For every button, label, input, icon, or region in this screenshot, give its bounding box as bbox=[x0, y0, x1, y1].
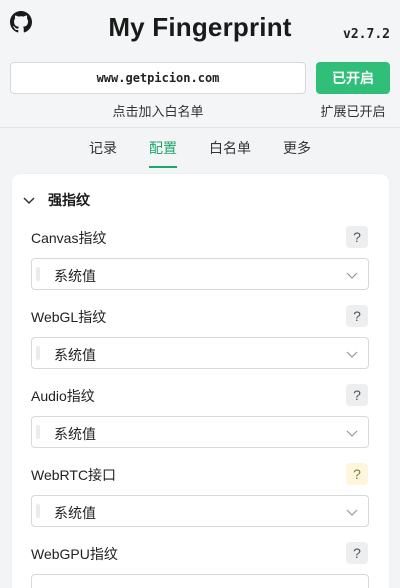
header: My Fingerprint v2.7.2 www.getpicion.com … bbox=[0, 0, 400, 128]
select-handle bbox=[36, 346, 40, 360]
select-webgpu[interactable] bbox=[31, 574, 369, 588]
field-label-webrtc: WebRTC接口 bbox=[31, 467, 117, 483]
select-value: 系统值 bbox=[54, 268, 96, 284]
field-label-webgpu: WebGPU指纹 bbox=[31, 546, 118, 562]
current-domain: www.getpicion.com bbox=[10, 62, 306, 94]
help-button-webgpu[interactable]: ? bbox=[346, 542, 368, 564]
tab-config[interactable]: 配置 bbox=[149, 138, 177, 168]
chevron-down-icon bbox=[346, 509, 358, 516]
select-canvas[interactable]: 系统值 bbox=[31, 258, 369, 290]
tab-whitelist[interactable]: 白名单 bbox=[209, 138, 251, 166]
add-to-whitelist-link[interactable]: 点击加入白名单 bbox=[10, 101, 306, 120]
select-audio[interactable]: 系统值 bbox=[31, 416, 369, 448]
chevron-down-icon bbox=[346, 272, 358, 279]
field-label-webgl: WebGL指纹 bbox=[31, 309, 107, 325]
select-value: 系统值 bbox=[54, 347, 96, 363]
select-handle bbox=[36, 267, 40, 281]
chevron-down-icon bbox=[346, 351, 358, 358]
field-label-canvas: Canvas指纹 bbox=[31, 230, 107, 246]
help-button-audio[interactable]: ? bbox=[346, 384, 368, 406]
select-handle bbox=[36, 425, 40, 439]
section-title: 强指纹 bbox=[48, 192, 90, 208]
select-webrtc[interactable]: 系统值 bbox=[31, 495, 369, 527]
app-title: My Fingerprint bbox=[108, 12, 292, 42]
chevron-down-icon bbox=[346, 430, 358, 437]
enable-toggle-button[interactable]: 已开启 bbox=[316, 62, 390, 94]
select-handle bbox=[36, 504, 40, 518]
settings-card: 强指纹 Canvas指纹 ? 系统值 WebGL指纹 ? 系统值 Audio指纹… bbox=[12, 174, 389, 588]
help-button-webgl[interactable]: ? bbox=[346, 305, 368, 327]
help-button-canvas[interactable]: ? bbox=[346, 226, 368, 248]
select-value: 系统值 bbox=[54, 426, 96, 442]
chevron-down-icon bbox=[23, 197, 35, 205]
version-label: v2.7.2 bbox=[343, 27, 390, 42]
extension-status: 扩展已开启 bbox=[320, 104, 386, 119]
field-label-audio: Audio指纹 bbox=[31, 388, 95, 404]
tab-bar: 记录 配置 白名单 更多 bbox=[0, 128, 400, 168]
help-button-webrtc[interactable]: ? bbox=[346, 463, 368, 485]
select-webgl[interactable]: 系统值 bbox=[31, 337, 369, 369]
tab-more[interactable]: 更多 bbox=[283, 138, 311, 166]
select-value: 系统值 bbox=[54, 505, 96, 521]
section-header-strong-fingerprint[interactable]: 强指纹 bbox=[22, 190, 90, 210]
tab-records[interactable]: 记录 bbox=[89, 138, 117, 166]
